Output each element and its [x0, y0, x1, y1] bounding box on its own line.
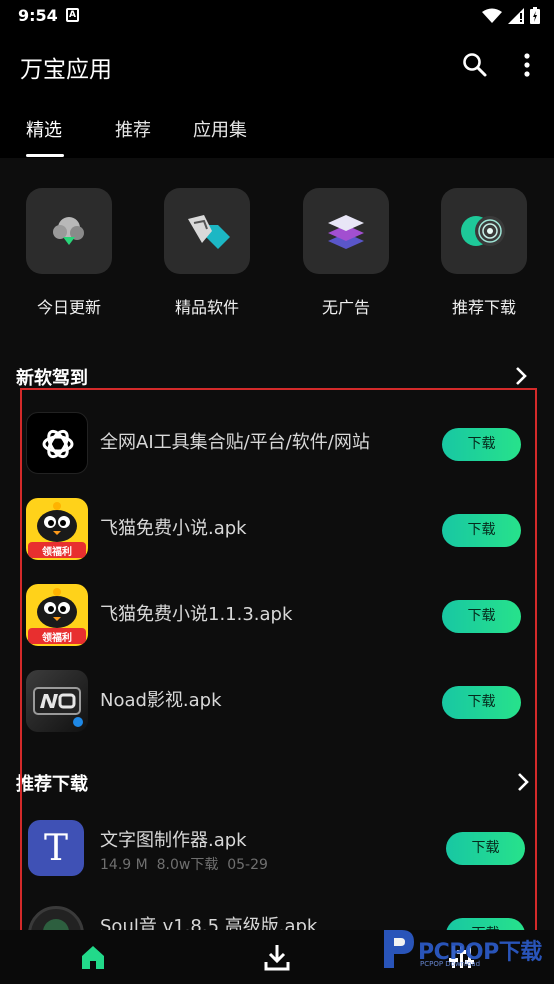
- toggle-target-icon: [461, 216, 505, 246]
- list-item[interactable]: Soul音 v1.8.5 高级版.apk 下载: [0, 894, 554, 930]
- feimao-novel-icon: 领福利: [26, 584, 88, 646]
- openai-logo-icon: [26, 412, 88, 474]
- app-title: 万宝应用: [20, 57, 112, 83]
- quick-link-label: 精品软件: [174, 298, 239, 317]
- app-meta: 14.9 M 8.0w下载 05-29: [100, 854, 268, 874]
- status-bar: 9:54 A: [0, 0, 554, 32]
- top-tabs: 精选 推荐 应用集: [0, 98, 554, 158]
- section-title-new-apps: 新软驾到: [16, 368, 88, 389]
- tab-recommended[interactable]: 推荐: [115, 116, 151, 142]
- soul-music-icon: [28, 906, 84, 930]
- download-button[interactable]: 下载: [442, 686, 521, 719]
- watermark-logo: PCPOP下载 PCPOP Download: [378, 926, 554, 972]
- text-image-maker-icon: T: [28, 820, 84, 876]
- icon-badge: 领福利: [42, 633, 72, 644]
- quick-link-tile: [441, 188, 527, 274]
- feimao-novel-icon: 领福利: [26, 498, 88, 560]
- app-name: Soul音 v1.8.5 高级版.apk: [100, 916, 318, 930]
- list-item[interactable]: T 文字图制作器.apk 14.9 M 8.0w下载 05-29 下载: [0, 808, 554, 890]
- icon-badge: 领福利: [42, 547, 72, 558]
- chevron-right-icon[interactable]: [516, 772, 530, 792]
- status-time: 9:54: [18, 6, 58, 25]
- app-name: 飞猫免费小说.apk: [100, 518, 247, 539]
- noad-video-icon: [26, 670, 88, 732]
- download-button[interactable]: 下载: [442, 428, 521, 461]
- section-title-recommended: 推荐下载: [16, 774, 88, 795]
- app-size: 14.9 M: [100, 857, 148, 873]
- list-item[interactable]: 全网AI工具集合贴/平台/软件/网站 下载: [0, 400, 554, 486]
- quick-link-recommended-downloads[interactable]: 推荐下载: [441, 188, 527, 318]
- app-name: 全网AI工具集合贴/平台/软件/网站: [100, 432, 370, 453]
- quick-link-label: 无广告: [321, 298, 370, 317]
- app-bar: 万宝应用: [0, 32, 554, 98]
- cloud-download-icon: [53, 217, 84, 245]
- tab-indicator: [26, 154, 64, 157]
- quick-link-tile: [26, 188, 112, 274]
- app-downloads: 8.0w下载: [156, 857, 219, 873]
- chevron-right-icon[interactable]: [514, 366, 528, 386]
- app-name: Noad影视.apk: [100, 690, 222, 711]
- app-name: 飞猫免费小说1.1.3.apk: [100, 604, 293, 625]
- list-item[interactable]: 领福利 飞猫免费小说1.1.3.apk 下载: [0, 572, 554, 658]
- tab-app-collections[interactable]: 应用集: [193, 116, 247, 142]
- wifi-icon: [482, 8, 502, 23]
- download-icon[interactable]: [262, 942, 292, 972]
- icon-letter: T: [43, 827, 68, 869]
- quick-link-today-updates[interactable]: 今日更新: [26, 188, 112, 318]
- app-name: 文字图制作器.apk: [100, 830, 247, 851]
- download-button[interactable]: 下载: [442, 514, 521, 547]
- download-button[interactable]: 下载: [446, 832, 525, 865]
- quick-link-label: 推荐下载: [451, 298, 516, 317]
- accessibility-notification-icon: A: [66, 8, 79, 22]
- pcpop-logo-icon: [384, 930, 414, 968]
- quick-link-premium-software[interactable]: 精品软件: [164, 188, 250, 318]
- layers-icon: [328, 215, 364, 249]
- app-date: 05-29: [227, 857, 268, 873]
- quick-link-label: 今日更新: [36, 298, 101, 317]
- battery-icon: [530, 7, 540, 24]
- search-icon[interactable]: [462, 52, 488, 78]
- diamond-icon: [188, 215, 230, 249]
- download-button[interactable]: 下载: [442, 600, 521, 633]
- list-item[interactable]: 领福利 飞猫免费小说.apk 下载: [0, 486, 554, 572]
- home-icon[interactable]: [78, 942, 108, 972]
- tab-featured[interactable]: 精选: [26, 116, 62, 142]
- list-item[interactable]: Noad影视.apk 下载: [0, 658, 554, 744]
- quick-link-tile: [303, 188, 389, 274]
- quick-link-tile: [164, 188, 250, 274]
- more-vert-icon[interactable]: [516, 52, 538, 78]
- main-content: 今日更新 精品软件 无广告 推荐下载 新软驾到 全网AI工具集合贴/平台/软件/…: [0, 158, 554, 930]
- quick-link-no-ads[interactable]: 无广告: [303, 188, 389, 318]
- status-icons: [482, 7, 540, 24]
- cellular-signal-icon: [508, 7, 524, 24]
- watermark-subtext: PCPOP Download: [420, 960, 481, 968]
